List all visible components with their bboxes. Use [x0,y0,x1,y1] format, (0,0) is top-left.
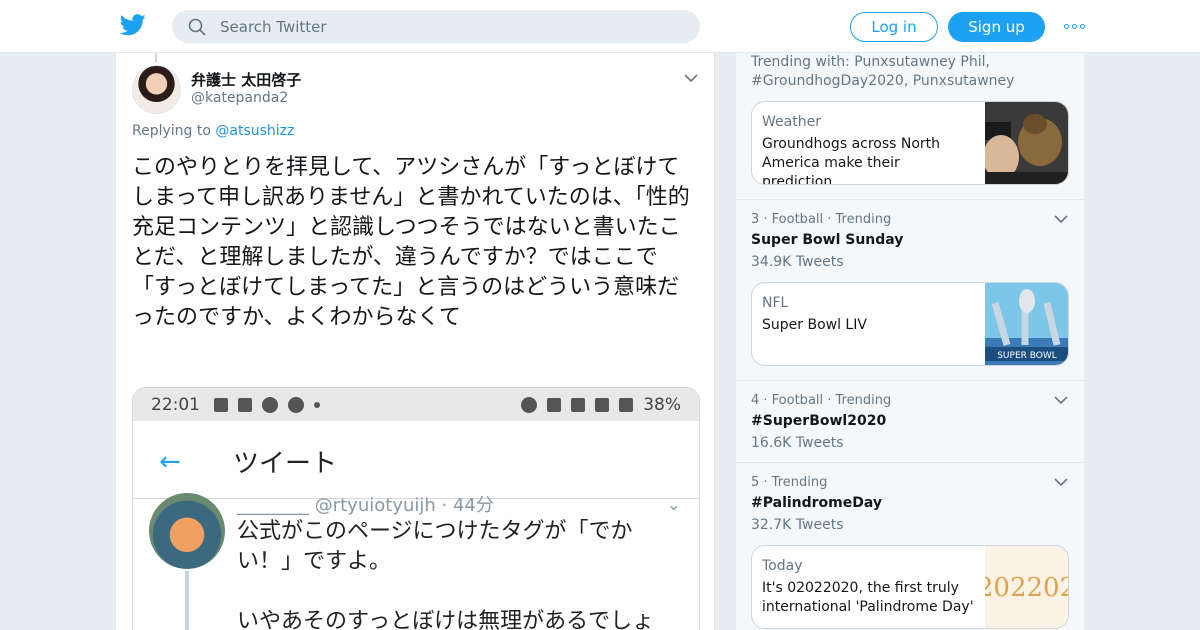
card-category: Weather [762,114,821,130]
trend-title: #SuperBowl2020 [751,413,887,429]
wifi-icon [571,397,586,412]
news-card-nfl[interactable]: NFL Super Bowl LIV SUPER BOWL [751,282,1069,366]
trends-sidebar: Trending with: Punxsutawney Phil, #Groun… [736,53,1084,630]
back-arrow-icon: ← [159,447,181,477]
replying-to-label: Replying to [132,123,211,139]
trend-tweet-count: 34.9K Tweets [751,254,844,270]
signal-icon [595,397,610,412]
trend-item-5[interactable]: 5 · Trending #PalindromeDay 32.7K Tweets… [736,463,1084,630]
chevron-down-icon[interactable] [1054,395,1068,405]
data-saver-icon [521,396,538,413]
chevron-down-icon[interactable] [1054,477,1068,487]
replying-to-link[interactable]: @atsushizz [215,123,294,139]
shield-icon [238,397,252,412]
trend-title: Super Bowl Sunday [751,232,904,248]
palindrome-thumbnail: 202202 [985,546,1068,628]
chevron-down-icon[interactable] [1054,214,1068,224]
notification-dot-icon [314,401,320,408]
card-headline: Groundhogs across North America make the… [762,136,941,185]
phone-app-bar: ← ツイート [133,421,699,499]
palindrome-thumbnail-text: 202202 [985,573,1068,603]
phone-status-bar: 22:01 38% [133,388,699,421]
avatar[interactable] [132,65,181,114]
author-display-name[interactable]: 弁護士 太田啓子 [191,69,301,90]
battery-icon [619,397,634,412]
thread-connector-line [155,53,157,62]
svg-text:SUPER BOWL: SUPER BOWL [997,351,1057,361]
replying-to-line: Replying to @atsushizz [132,123,294,139]
card-category: Today [762,558,803,574]
more-options-icon[interactable] [1064,18,1086,34]
inner-handle: ________ @rtyuiotyuijh · 44分 [237,495,494,516]
news-card-today[interactable]: Today It's 02022020, the first truly int… [751,545,1069,629]
tweet-media-screenshot[interactable]: 22:01 38% ← ツイート ________ @rtyuiotyuijh … [132,387,700,630]
trend-meta: 4 · Football · Trending [751,393,892,408]
trend-context: Trending with: Punxsutawney Phil, #Groun… [751,54,1015,89]
trend-tweet-count: 32.7K Tweets [751,517,844,533]
card-headline: Super Bowl LIV [762,317,867,333]
messenger-icon [262,396,278,413]
trend-item-4[interactable]: 4 · Football · Trending #SuperBowl2020 1… [736,381,1084,463]
log-in-button[interactable]: Log in [850,12,938,42]
info-icon [288,396,304,413]
trend-item-3[interactable]: 3 · Football · Trending Super Bowl Sunda… [736,200,1084,381]
inner-tweet-text: 公式がこのページにつけたタグが「でかい！」ですよ。 いやあそのすっとぼけは無理が… [237,519,655,630]
card-category: NFL [762,295,789,311]
chevron-down-icon[interactable] [684,73,698,83]
inner-thread-line [185,571,189,630]
inner-avatar [149,493,225,569]
card-headline: It's 02022020, the first truly internati… [762,580,974,629]
search-bar[interactable] [172,10,700,43]
inner-chevron-icon: ⌄ [667,495,681,514]
search-input[interactable] [220,17,660,36]
status-time: 22:01 [151,394,200,415]
quoted-tweet: ________ @rtyuiotyuijh · 44分 ⌄ 公式がこのページに… [133,493,699,630]
tweet-panel: 弁護士 太田啓子 @katepanda2 Replying to @atsush… [115,53,715,630]
battery-percent: 38% [643,394,681,415]
search-icon [188,18,206,35]
trend-meta: 3 · Football · Trending [751,212,892,227]
vibrate-icon [547,397,562,412]
image-icon [214,397,228,412]
phone-app-title: ツイート [233,449,338,479]
super-bowl-thumbnail: SUPER BOWL [985,283,1068,365]
trend-meta: 5 · Trending [751,475,828,490]
trend-item-groundhog[interactable]: Trending with: Punxsutawney Phil, #Groun… [736,53,1084,200]
top-navigation-bar: Log in Sign up [0,0,1200,53]
tweet-text: このやりとりを拝見して、アツシさんが「すっとぼけてしまって申し訳ありません」と書… [132,155,690,330]
sign-up-button[interactable]: Sign up [948,12,1045,42]
trend-title: #PalindromeDay [751,495,883,511]
groundhog-thumbnail [985,102,1068,184]
author-handle[interactable]: @katepanda2 [191,90,288,106]
news-card-weather[interactable]: Weather Groundhogs across North America … [751,101,1069,185]
twitter-bird-icon[interactable] [120,14,146,36]
trend-tweet-count: 16.6K Tweets [751,435,844,451]
